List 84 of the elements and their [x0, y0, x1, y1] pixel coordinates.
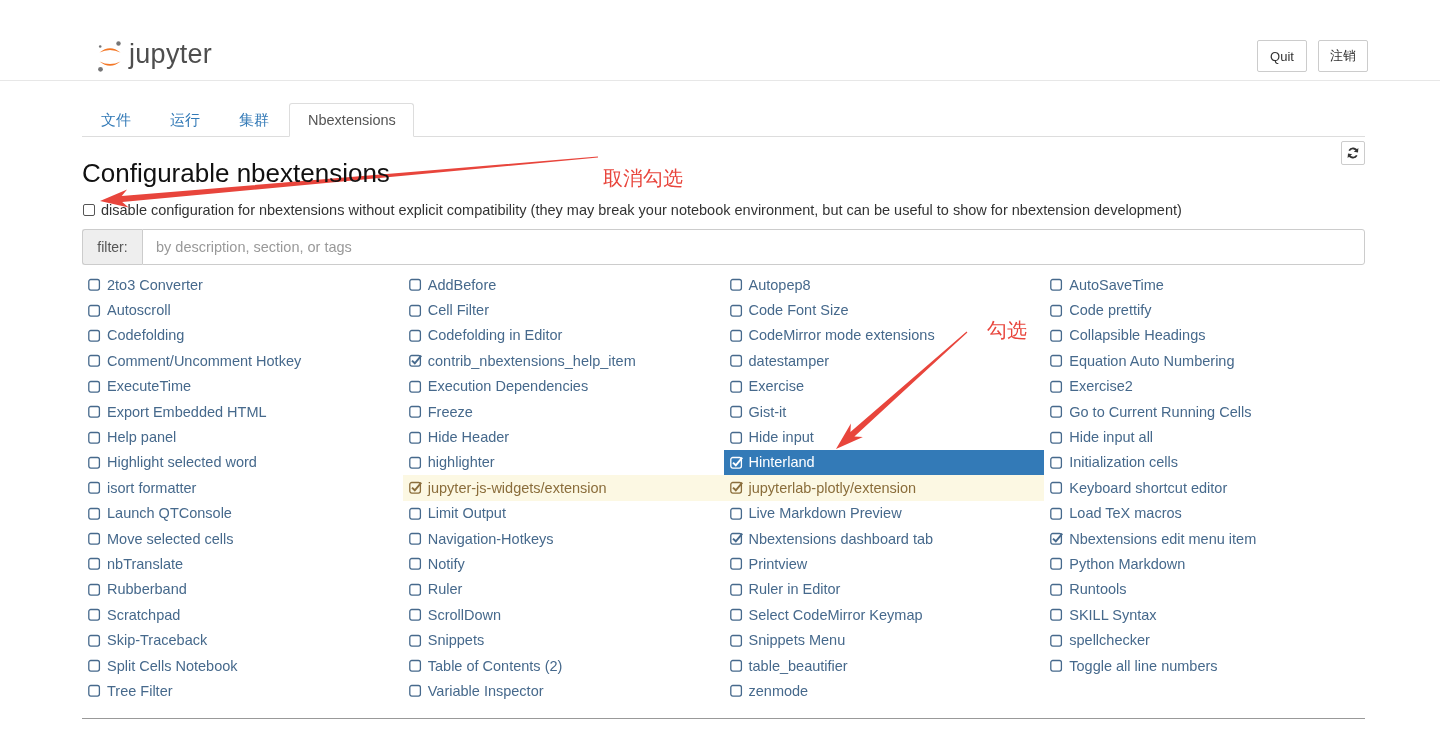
header-button[interactable]: Quit	[1257, 40, 1307, 72]
extension-item[interactable]: Execution Dependencies	[402, 373, 593, 399]
extension-item[interactable]: Split Cells Notebook	[82, 652, 242, 679]
page-title: Configurable nbextensions	[82, 158, 390, 188]
filter-input[interactable]: by description, section, or tags	[142, 229, 1365, 265]
logo-text: jupyter	[129, 40, 213, 71]
extension-item[interactable]: Initialization cells	[1044, 449, 1183, 476]
extension-item[interactable]: Rubberband	[82, 576, 191, 603]
extension-item[interactable]: nbTranslate	[82, 551, 188, 577]
extension-item[interactable]: isort formatter	[82, 475, 201, 501]
annotation-label: 取消勾选	[603, 166, 683, 190]
extension-item[interactable]: Limit Output	[402, 500, 510, 526]
extension-item[interactable]: Codefolding in Editor	[402, 322, 567, 349]
extension-item[interactable]: Hide Header	[402, 424, 514, 450]
extension-item[interactable]: Runtools	[1044, 576, 1131, 603]
extension-item[interactable]: Nbextensions dashboard tab	[723, 525, 938, 552]
extension-item[interactable]: Code prettify	[1044, 297, 1156, 323]
extension-item[interactable]: Skip-Traceback	[82, 627, 212, 653]
extension-item[interactable]: Select CodeMirror Keymap	[723, 602, 927, 628]
header-button[interactable]: 注销	[1318, 40, 1368, 72]
extension-item[interactable]: Cell Filter	[402, 297, 493, 323]
extension-item[interactable]: CodeMirror mode extensions	[723, 322, 939, 349]
extension-item[interactable]: ExecuteTime	[82, 373, 196, 399]
extension-item[interactable]: Variable Inspector	[402, 678, 548, 704]
extension-item[interactable]: Go to Current Running Cells	[1044, 398, 1256, 425]
extension-item[interactable]: Hinterland	[723, 449, 1045, 476]
extension-item[interactable]: Exercise	[723, 373, 809, 399]
extension-item[interactable]: highlighter	[402, 449, 499, 476]
extension-item[interactable]: Notify	[402, 551, 469, 577]
extension-item[interactable]: Move selected cells	[82, 525, 238, 552]
extension-item[interactable]: contrib_nbextensions_help_item	[402, 348, 640, 374]
extension-item[interactable]: Live Markdown Preview	[723, 500, 906, 526]
extension-item[interactable]: Codefolding	[82, 322, 189, 349]
extension-item[interactable]: table_beautifier	[723, 652, 852, 679]
extension-item[interactable]: Autopep8	[723, 272, 815, 298]
extension-item[interactable]: Autoscroll	[82, 297, 175, 323]
tab[interactable]: Nbextensions	[289, 103, 414, 137]
extension-item[interactable]: Nbextensions edit menu item	[1044, 525, 1261, 552]
extension-item[interactable]: Printview	[723, 551, 812, 577]
jupyter-logo-icon	[97, 40, 123, 72]
extension-item[interactable]: Gist-it	[723, 398, 791, 425]
extension-item[interactable]: Keyboard shortcut editor	[1044, 475, 1232, 501]
extension-item[interactable]: zenmode	[723, 678, 813, 704]
extension-item[interactable]: Table of Contents (2)	[402, 652, 567, 679]
checkbox[interactable]	[83, 204, 95, 216]
extension-item[interactable]: Exercise2	[1044, 373, 1137, 399]
tab[interactable]: 文件	[82, 103, 149, 137]
extension-item[interactable]: Comment/Uncomment Hotkey	[82, 348, 306, 374]
extension-item[interactable]: Tree Filter	[82, 678, 177, 704]
extension-item[interactable]: Load TeX macros	[1044, 500, 1186, 526]
extension-item[interactable]: ScrollDown	[402, 602, 506, 628]
extension-item[interactable]: AddBefore	[402, 272, 501, 298]
extension-item[interactable]: Toggle all line numbers	[1044, 652, 1222, 679]
refresh-button[interactable]	[1341, 141, 1365, 165]
extension-item[interactable]: AutoSaveTime	[1044, 272, 1168, 298]
extension-item[interactable]: Help panel	[82, 424, 181, 450]
extension-item[interactable]: Python Markdown	[1044, 551, 1190, 577]
extension-item[interactable]: Launch QTConsole	[82, 500, 236, 526]
extension-item[interactable]: Freeze	[402, 398, 477, 425]
extension-item[interactable]: Snippets Menu	[723, 627, 850, 653]
extension-item[interactable]: SKILL Syntax	[1044, 602, 1161, 628]
extension-item[interactable]: Scratchpad	[82, 602, 185, 628]
extension-item[interactable]: Snippets	[402, 627, 489, 653]
extension-item[interactable]: Ruler	[402, 576, 467, 603]
filter-addon: filter:	[82, 229, 142, 265]
refresh-icon	[1347, 147, 1359, 159]
extension-item[interactable]: Ruler in Editor	[723, 576, 845, 603]
extension-item[interactable]: Export Embedded HTML	[82, 398, 271, 425]
annotation-label: 勾选	[987, 318, 1027, 342]
extension-item[interactable]: Code Font Size	[723, 297, 853, 323]
extension-item[interactable]: Highlight selected word	[82, 449, 261, 476]
compat-option-label: disable configuration for nbextensions without explicit compatibility (they may break your notebook environment, but can be useful to show for nbextension development)	[101, 202, 1182, 218]
extension-item[interactable]: Navigation-Hotkeys	[402, 525, 558, 552]
tab[interactable]: 运行	[151, 103, 218, 137]
extension-item[interactable]: datestamper	[723, 348, 834, 374]
extension-item[interactable]: Hide input all	[1044, 424, 1158, 450]
extension-item[interactable]: jupyter-js-widgets/extension	[402, 475, 724, 501]
tab[interactable]: 集群	[220, 103, 287, 137]
extension-item[interactable]: jupyterlab-plotly/extension	[723, 475, 1045, 501]
extension-item[interactable]: spellchecker	[1044, 627, 1154, 653]
extension-item[interactable]: Collapsible Headings	[1044, 322, 1210, 349]
extension-item[interactable]: Hide input	[723, 424, 818, 450]
extension-item[interactable]: Equation Auto Numbering	[1044, 348, 1239, 374]
extension-item[interactable]: 2to3 Converter	[82, 272, 207, 298]
